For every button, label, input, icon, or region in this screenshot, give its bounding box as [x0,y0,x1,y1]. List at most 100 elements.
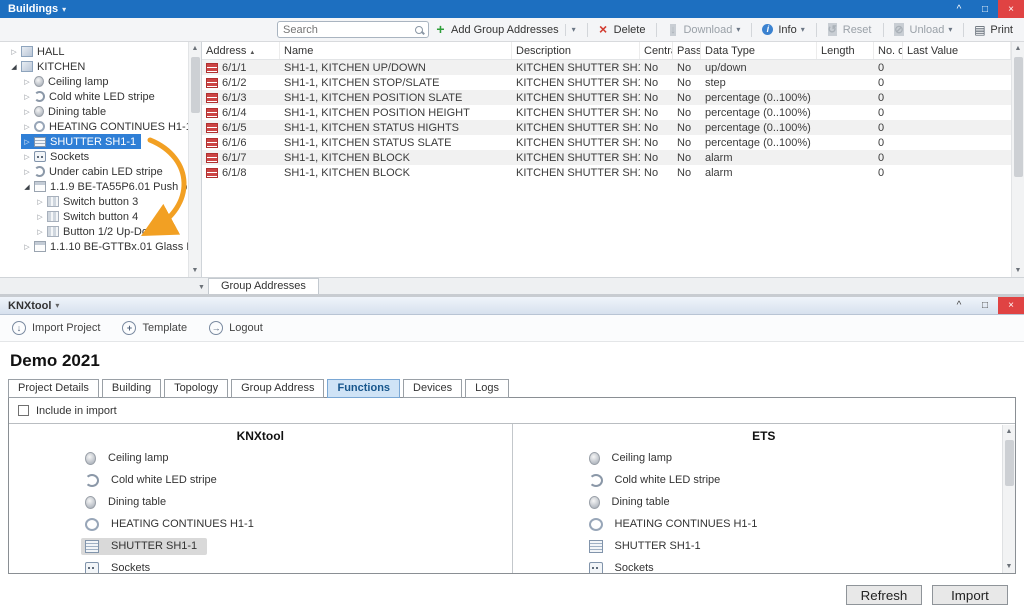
scroll-thumb[interactable] [1014,57,1023,177]
include-in-import-checkbox[interactable] [18,405,29,416]
list-item-content[interactable]: SHUTTER SH1-1 [585,538,711,555]
expander-icon[interactable] [8,48,20,56]
collapse-button[interactable]: ^ [946,297,972,314]
tab[interactable]: Functions [327,379,400,398]
tree-item-content[interactable]: Sockets [21,149,94,164]
expander-icon[interactable] [21,138,33,146]
tree-item-content[interactable]: SHUTTER SH1-1 [21,134,141,149]
tree-item-content[interactable]: Under cabin LED stripe [21,164,168,179]
scroll-up-icon[interactable]: ▲ [1012,42,1024,55]
table-scrollbar[interactable]: ▲ ▼ [1011,42,1024,277]
table-row[interactable]: 6/1/4 SH1-1, KITCHEN POSITION HEIGHT KIT… [202,105,1011,120]
scroll-thumb[interactable] [1005,440,1014,486]
buildings-titlebar[interactable]: Buildings ▾ ^ □ × [0,0,1024,18]
tree-item[interactable]: Ceiling lamp [0,74,188,89]
tab-overflow-icon[interactable]: ▼ [198,284,208,294]
table-row[interactable]: 6/1/6 SH1-1, KITCHEN STATUS SLATE KITCHE… [202,135,1011,150]
tree-item[interactable]: 1.1.10 BE-GTTBx.01 Glass Push B... [0,239,188,254]
expander-icon[interactable] [34,198,46,206]
chevron-down-icon[interactable]: ▾ [948,25,952,34]
column-header[interactable]: Data Type [701,42,817,59]
column-header[interactable]: No. of [874,42,903,59]
tree-item[interactable]: HEATING CONTINUES H1-1 [0,119,188,134]
list-item[interactable]: Cold white LED stripe [81,469,512,491]
list-item-content[interactable]: HEATING CONTINUES H1-1 [585,516,768,533]
tree-item-content[interactable]: Cold white LED stripe [21,89,160,104]
column-header[interactable]: Length [817,42,874,59]
table-row[interactable]: 6/1/5 SH1-1, KITCHEN STATUS HIGHTS KITCH… [202,120,1011,135]
list-item-content[interactable]: Dining table [585,494,680,511]
tree-item[interactable]: 1.1.9 BE-TA55P6.01 Push button... [0,179,188,194]
scroll-down-icon[interactable]: ▼ [1003,560,1015,573]
tab[interactable]: Group Address [231,379,324,398]
expander-icon[interactable] [8,63,20,71]
list-item[interactable]: Ceiling lamp [585,447,1016,469]
tree-item-content[interactable]: Switch button 3 [34,194,143,209]
chevron-down-icon[interactable]: ▾ [55,301,59,310]
toolbar-button[interactable]: Import Project [12,321,100,335]
refresh-button[interactable]: Refresh [846,585,922,605]
expander-icon[interactable] [34,213,46,221]
tab[interactable]: Devices [403,379,462,398]
tree-item[interactable]: Cold white LED stripe [0,89,188,104]
tree-item[interactable]: KITCHEN [0,59,188,74]
expander-icon[interactable] [21,168,33,176]
column-header[interactable]: Centra [640,42,673,59]
list-item-content[interactable]: Sockets [81,560,160,575]
close-button[interactable]: × [998,0,1024,18]
list-item[interactable]: SHUTTER SH1-1 [585,535,1016,557]
list-item[interactable]: Cold white LED stripe [585,469,1016,491]
toolbar-button[interactable]: Print [957,21,1018,39]
table-row[interactable]: 6/1/3 SH1-1, KITCHEN POSITION SLATE KITC… [202,90,1011,105]
column-header[interactable]: Last Value [903,42,1011,59]
tree-item[interactable]: Button 1/2 Up-Down [0,224,188,239]
toolbar-button[interactable]: Info ▾ [745,21,809,39]
expander-icon[interactable] [34,228,46,236]
tree-item[interactable]: SHUTTER SH1-1 [0,134,188,149]
list-item-content[interactable]: Ceiling lamp [585,450,683,467]
column-header[interactable]: Description [512,42,640,59]
tree-item[interactable]: Under cabin LED stripe [0,164,188,179]
list-item-content[interactable]: SHUTTER SH1-1 [81,538,207,555]
expander-icon[interactable] [21,243,33,251]
tree-item[interactable]: Switch button 3 [0,194,188,209]
tree-item-content[interactable]: Dining table [21,104,111,119]
table-row[interactable]: 6/1/1 SH1-1, KITCHEN UP/DOWN KITCHEN SHU… [202,60,1011,75]
table-row[interactable]: 6/1/2 SH1-1, KITCHEN STOP/SLATE KITCHEN … [202,75,1011,90]
tree-item-content[interactable]: HALL [8,44,70,59]
maximize-button[interactable]: □ [972,297,998,314]
chevron-down-icon[interactable]: ▾ [62,5,66,14]
maximize-button[interactable]: □ [972,0,998,18]
toolbar-button[interactable]: Unload ▾ [877,21,958,39]
table-row[interactable]: 6/1/7 SH1-1, KITCHEN BLOCK KITCHEN SHUTT… [202,150,1011,165]
tab[interactable]: Topology [164,379,228,398]
toolbar-button[interactable]: Template [122,321,187,335]
close-button[interactable]: × [998,297,1024,314]
scroll-up-icon[interactable]: ▲ [1003,425,1015,438]
expander-icon[interactable] [21,153,33,161]
expander-icon[interactable] [21,78,33,86]
import-button[interactable]: Import [932,585,1008,605]
tree-item-content[interactable]: Ceiling lamp [21,74,114,89]
list-item[interactable]: Dining table [585,491,1016,513]
tab[interactable]: Building [102,379,161,398]
search-icon[interactable] [415,26,423,34]
list-item[interactable]: HEATING CONTINUES H1-1 [585,513,1016,535]
list-item[interactable]: SHUTTER SH1-1 [81,535,512,557]
list-item[interactable]: Dining table [81,491,512,513]
toolbar-button[interactable]: Reset [810,21,877,39]
tree-item-content[interactable]: 1.1.10 BE-GTTBx.01 Glass Push B... [21,239,188,254]
tree-item[interactable]: Switch button 4 [0,209,188,224]
ets-list-scrollbar[interactable]: ▲ ▼ [1002,425,1015,573]
list-item-content[interactable]: Dining table [81,494,176,511]
chevron-down-icon[interactable]: ▾ [801,25,805,34]
expander-icon[interactable] [21,93,33,101]
tree-item[interactable]: HALL [0,44,188,59]
list-item-content[interactable]: Ceiling lamp [81,450,179,467]
scroll-down-icon[interactable]: ▼ [1012,264,1024,277]
list-item[interactable]: Sockets [81,557,512,574]
toolbar-button[interactable]: Logout [209,321,263,335]
list-item[interactable]: Sockets [585,557,1016,574]
list-item-content[interactable]: Cold white LED stripe [585,472,731,489]
tab[interactable]: Project Details [8,379,99,398]
